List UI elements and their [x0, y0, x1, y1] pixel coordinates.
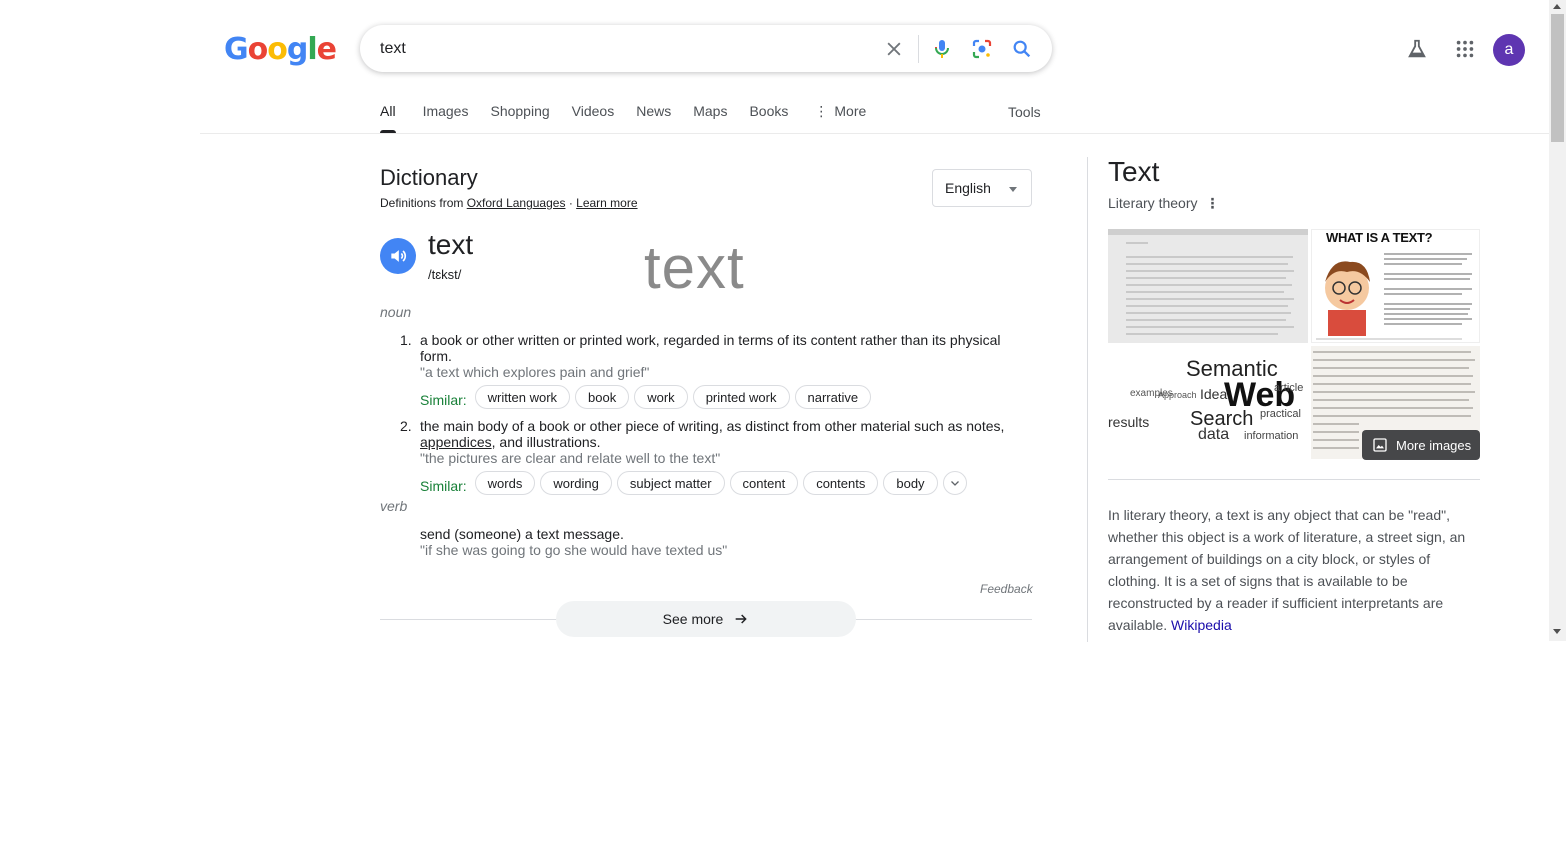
language-label: English [945, 180, 991, 196]
def-number: 1. [400, 332, 412, 348]
scroll-down-icon[interactable] [1553, 629, 1561, 634]
similar-chip[interactable]: contents [803, 471, 879, 495]
search-input[interactable] [380, 37, 860, 61]
wordcloud-word: results [1108, 414, 1150, 430]
image2-heading: WHAT IS A TEXT? [1326, 230, 1433, 245]
wordcloud-word: Idea [1200, 386, 1228, 402]
logo-letter: l [307, 32, 317, 67]
source-separator: · [568, 196, 573, 210]
wordcloud-word: article [1274, 382, 1304, 394]
language-select[interactable]: English [932, 169, 1032, 207]
tab-images[interactable]: Images [423, 103, 469, 133]
similar-row-2: Similar: words wording subject matter co… [420, 471, 967, 495]
scroll-up-icon[interactable] [1553, 4, 1561, 9]
panel-image-2[interactable]: WHAT IS A TEXT? [1311, 229, 1480, 343]
headword: text [428, 229, 474, 260]
logo-letter: g [286, 32, 309, 67]
wordcloud-word: data [1198, 426, 1230, 443]
similar-chip[interactable]: body [883, 471, 938, 495]
wordcloud-word: practical [1260, 408, 1301, 420]
more-images-label: More images [1396, 437, 1472, 453]
logo-letter: G [224, 32, 249, 67]
logo-letter: o [267, 32, 288, 67]
more-images-button[interactable]: More images [1362, 430, 1480, 460]
dropdown-caret-icon [1009, 187, 1017, 192]
feedback-link[interactable]: Feedback [980, 582, 1033, 596]
dictionary-title: Dictionary [380, 165, 478, 190]
panel-separator [1108, 479, 1480, 480]
more-vert-icon[interactable]: ⋮ [1205, 195, 1219, 211]
wordcloud-word: examples [1130, 388, 1173, 399]
similar-chip[interactable]: work [634, 385, 688, 409]
panel-image-1[interactable] [1108, 229, 1308, 343]
similar-label: Similar: [420, 478, 467, 494]
search-icon[interactable] [1010, 37, 1034, 61]
tab-news[interactable]: News [636, 103, 671, 133]
lens-icon[interactable] [970, 37, 994, 61]
see-more-label: See more [662, 611, 724, 627]
avatar[interactable]: a [1493, 34, 1525, 66]
definition-text: the main body of a book or other piece o… [420, 418, 1005, 450]
panel-description: In literary theory, a text is any object… [1108, 507, 1466, 633]
panel-title: Text [1108, 156, 1160, 187]
wikipedia-link[interactable]: Wikipedia [1171, 617, 1232, 633]
word-image: text [644, 234, 745, 301]
mic-icon[interactable] [930, 37, 954, 61]
tab-all[interactable]: All [380, 103, 396, 133]
image-icon [1373, 438, 1387, 452]
logo-letter: e [316, 32, 337, 67]
definition-example: "the pictures are clear and relate well … [420, 450, 721, 466]
appendices-link[interactable]: appendices [420, 434, 492, 450]
similar-row-1: Similar: written work book work printed … [420, 385, 876, 409]
definition-2: the main body of a book or other piece o… [420, 418, 1020, 466]
wordcloud-word: information [1244, 430, 1299, 442]
panel-subtitle: Literary theory ⋮ [1108, 195, 1220, 211]
definition-text: send (someone) a text message. [420, 526, 624, 542]
similar-chip[interactable]: subject matter [616, 471, 725, 495]
search-divider [918, 35, 919, 63]
google-logo[interactable]: Google [224, 32, 337, 67]
panel-divider [1087, 157, 1088, 642]
tab-books[interactable]: Books [749, 103, 788, 133]
def-number: 2. [400, 418, 412, 434]
tab-maps[interactable]: Maps [693, 103, 727, 133]
arrow-right-icon [736, 614, 748, 624]
tab-shopping[interactable]: Shopping [490, 103, 549, 133]
similar-chip[interactable]: written work [474, 385, 571, 409]
similar-chip[interactable]: printed work [692, 385, 790, 409]
definition-example: "if she was going to go she would have t… [420, 542, 728, 558]
header-divider [200, 133, 1550, 134]
similar-chip[interactable]: book [575, 385, 630, 409]
scrollbar-thumb[interactable] [1551, 14, 1564, 142]
chevron-down-icon[interactable] [942, 471, 967, 495]
panel-image-3[interactable]: Semantic Web Search data results Idea ar… [1108, 346, 1308, 459]
dictionary-source: Definitions from Oxford Languages · Lear… [380, 196, 638, 210]
tab-more[interactable]: ⋮ More [814, 103, 866, 133]
pos-verb: verb [380, 498, 408, 514]
oxford-languages-link[interactable]: Oxford Languages [467, 196, 566, 210]
flask-icon[interactable] [1403, 35, 1431, 63]
logo-letter: o [247, 32, 269, 67]
definition-1: a book or other written or printed work,… [420, 332, 1020, 380]
similar-label: Similar: [420, 392, 467, 408]
apps-grid-icon[interactable] [1451, 35, 1479, 63]
pos-noun: noun [380, 304, 412, 320]
tools-button[interactable]: Tools [1008, 104, 1041, 120]
see-more-button[interactable]: See more [556, 601, 856, 637]
source-prefix: Definitions from [380, 196, 464, 210]
verb-definition: send (someone) a text message. "if she w… [420, 526, 1020, 558]
definition-example: "a text which explores pain and grief" [420, 364, 650, 380]
similar-chip[interactable]: words [474, 471, 536, 495]
close-icon[interactable] [882, 37, 906, 61]
pronunciation-speaker-icon[interactable] [380, 238, 416, 274]
similar-chip[interactable]: narrative [794, 385, 872, 409]
more-vert-icon: ⋮ [814, 103, 829, 119]
similar-chip[interactable]: wording [540, 471, 612, 495]
phonetic: /tɛkst/ [428, 267, 462, 282]
definition-text: a book or other written or printed work,… [420, 332, 1001, 364]
search-tabs: All Images Shopping Videos News Maps Boo… [380, 103, 888, 133]
tab-videos[interactable]: Videos [572, 103, 615, 133]
similar-chip[interactable]: content [729, 471, 799, 495]
learn-more-link[interactable]: Learn more [576, 196, 637, 210]
